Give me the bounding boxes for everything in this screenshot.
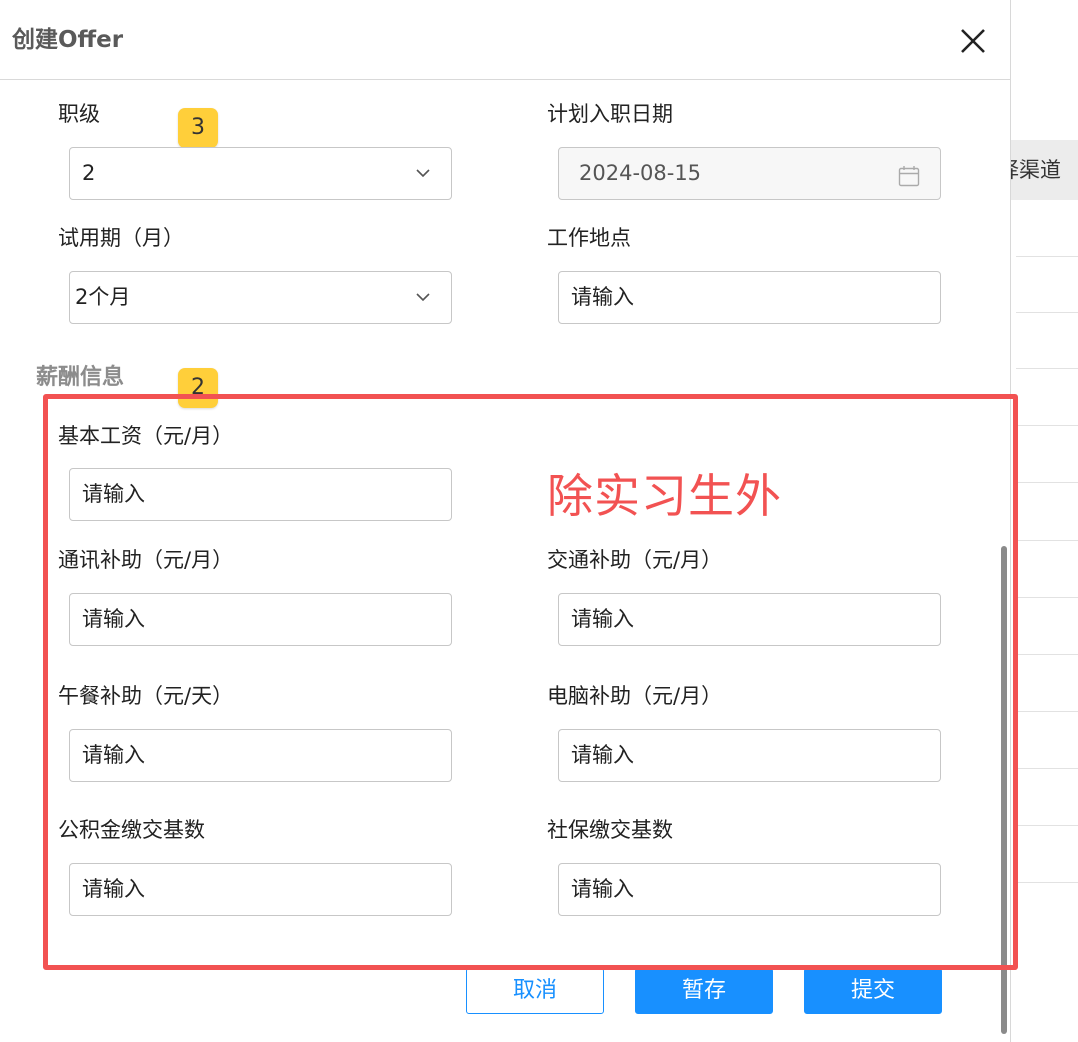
background-row-divider [1016, 711, 1078, 712]
background-row-divider [1016, 425, 1078, 426]
chevron-down-icon [416, 293, 430, 302]
social-insurance-base-label: 社保缴交基数 [547, 818, 673, 842]
save-draft-button[interactable]: 暂存 [635, 968, 773, 1014]
background-row-divider [1016, 540, 1078, 541]
background-row-divider [1016, 482, 1078, 483]
background-row-divider [1016, 768, 1078, 769]
close-icon [961, 29, 985, 53]
chevron-down-icon [416, 169, 430, 178]
probation-label: 试用期（月） [58, 226, 184, 250]
comm-allowance-label: 通讯补助（元/月） [58, 548, 234, 572]
background-row-divider [1016, 882, 1078, 883]
cancel-button[interactable]: 取消 [466, 968, 604, 1014]
level-select[interactable]: 2 [69, 147, 452, 200]
dialog-header: 创建Offer [0, 0, 1010, 80]
background-row-divider [1016, 256, 1078, 257]
calendar-icon [898, 166, 920, 187]
start-date-picker[interactable]: 2024-08-15 [558, 147, 941, 200]
background-row-divider [1016, 368, 1078, 369]
lunch-allowance-label: 午餐补助（元/天） [58, 684, 234, 708]
probation-select[interactable]: 2个月 [69, 271, 452, 324]
level-label: 职级 [58, 102, 100, 126]
social-insurance-base-input[interactable]: 请输入 [558, 863, 941, 916]
close-button[interactable] [956, 24, 990, 58]
level-value: 2 [82, 161, 96, 185]
base-salary-label: 基本工资（元/月） [58, 424, 234, 448]
comm-allowance-input[interactable]: 请输入 [69, 593, 452, 646]
vertical-scrollbar[interactable] [1001, 546, 1007, 1034]
transport-allowance-label: 交通补助（元/月） [547, 548, 723, 572]
work-location-label: 工作地点 [547, 226, 631, 250]
background-row-divider [1016, 312, 1078, 313]
lunch-allowance-input[interactable]: 请输入 [69, 729, 452, 782]
housing-fund-base-input[interactable]: 请输入 [69, 863, 452, 916]
work-location-input[interactable]: 请输入 [558, 271, 941, 324]
dialog-title: 创建Offer [12, 27, 124, 53]
background-tab[interactable]: 择渠道 [1010, 140, 1078, 200]
background-row-divider [1016, 597, 1078, 598]
annotation-note: 除实习生外 [547, 469, 782, 523]
computer-allowance-input[interactable]: 请输入 [558, 729, 941, 782]
create-offer-dialog: 创建Offer 职级 3 2 计划入职日期 2024-08-15 试用期（月） … [0, 0, 1011, 1042]
start-date-value: 2024-08-15 [579, 161, 702, 185]
submit-button[interactable]: 提交 [804, 968, 942, 1014]
background-row-divider [1016, 825, 1078, 826]
start-date-label: 计划入职日期 [547, 102, 673, 126]
salary-section-title: 薪酬信息 [36, 365, 125, 390]
background-row-divider [1016, 654, 1078, 655]
probation-value: 2个月 [75, 285, 131, 309]
transport-allowance-input[interactable]: 请输入 [558, 593, 941, 646]
annotation-badge: 2 [178, 368, 218, 408]
base-salary-input[interactable]: 请输入 [69, 468, 452, 521]
computer-allowance-label: 电脑补助（元/月） [547, 684, 723, 708]
annotation-badge: 3 [178, 108, 218, 148]
housing-fund-base-label: 公积金缴交基数 [58, 818, 205, 842]
